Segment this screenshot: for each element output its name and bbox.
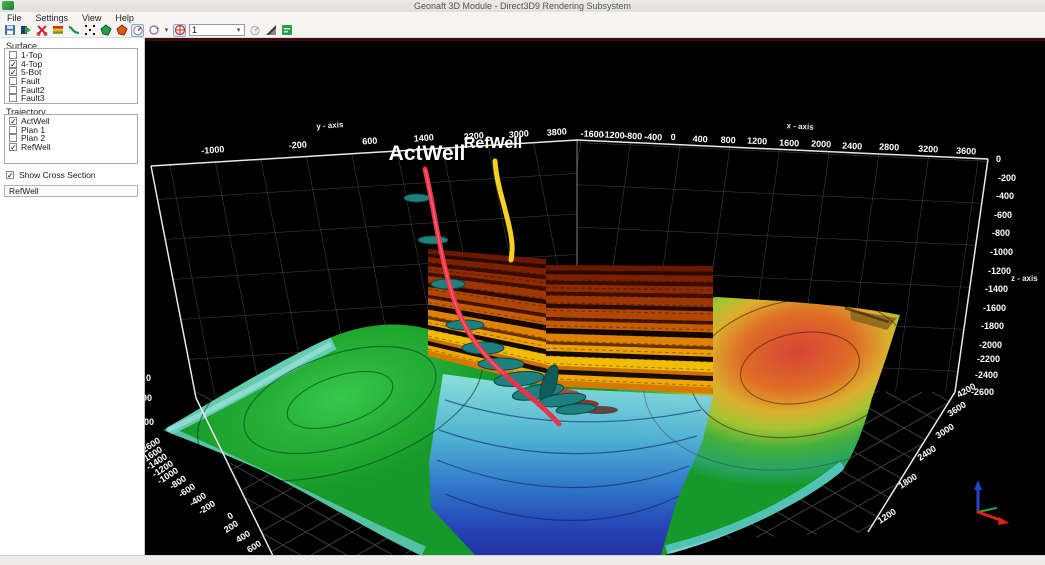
checkbox[interactable] (9, 134, 17, 142)
cross-section-well-value: RefWell (9, 186, 39, 196)
snapshot-icon[interactable] (280, 24, 293, 37)
status-bar (0, 555, 1045, 565)
svg-text:-1000: -1000 (990, 247, 1013, 257)
svg-text:2400: 2400 (842, 140, 863, 151)
svg-text:-2400: -2400 (975, 370, 998, 380)
svg-text:-2200: -2200 (977, 354, 1000, 364)
svg-text:-1400: -1400 (985, 284, 1008, 294)
render-viewport[interactable]: y - axis x - axis z - axis -1000 -200 600 1… (145, 38, 1045, 555)
svg-text:800: 800 (720, 135, 736, 146)
checkbox[interactable]: ✓ (6, 171, 14, 179)
checkbox[interactable] (9, 51, 17, 59)
export-icon[interactable] (19, 24, 32, 37)
list-item[interactable]: Fault3 (5, 94, 137, 103)
svg-text:3200: 3200 (918, 143, 939, 154)
svg-text:400: 400 (692, 134, 708, 145)
save-icon[interactable] (3, 24, 16, 37)
tool-bar: ▾ 1 ▾ (0, 23, 1045, 38)
checkbox[interactable]: ✓ (9, 60, 17, 68)
app-window: Geonaft 3D Module - Direct3D9 Rendering … (0, 0, 1045, 565)
svg-text:0: 0 (146, 373, 151, 383)
cut-icon[interactable] (35, 24, 48, 37)
protractor-secondary-icon[interactable] (248, 24, 261, 37)
list-item[interactable]: ✓ RefWell (5, 143, 137, 152)
list-item-label: Fault3 (21, 93, 45, 103)
cross-section-well-field[interactable]: RefWell (4, 185, 138, 197)
show-cross-section-row[interactable]: ✓ Show Cross Section (6, 170, 96, 180)
checkbox[interactable]: ✓ (9, 117, 17, 125)
rotate-caret-icon[interactable]: ▾ (163, 26, 170, 34)
list-item-label: RefWell (21, 142, 51, 152)
compass-icon[interactable] (173, 24, 186, 37)
checkbox[interactable]: ✓ (9, 143, 17, 151)
svg-text:-800: -800 (624, 131, 643, 142)
svg-text:600: 600 (362, 135, 378, 146)
menu-help[interactable]: Help (108, 13, 141, 23)
svg-text:00: 00 (145, 393, 152, 403)
scale-combo-value: 1 (192, 25, 197, 35)
gradient-icon[interactable] (264, 24, 277, 37)
x-axis-label: x - axis (786, 121, 814, 131)
menu-file[interactable]: File (0, 13, 29, 23)
window-title: Geonaft 3D Module - Direct3D9 Rendering … (0, 1, 1045, 11)
svg-text:1600: 1600 (779, 137, 800, 148)
svg-text:-1600: -1600 (983, 303, 1006, 313)
svg-text:-400: -400 (996, 191, 1014, 201)
svg-text:-600: -600 (994, 210, 1012, 220)
left-panel: Surface 1-Top ✓4-Top ✓5-Bot Fault Fault2… (0, 38, 145, 555)
protractor-icon[interactable] (131, 24, 144, 37)
svg-text:-800: -800 (992, 228, 1010, 238)
act-well-label: ActWell (389, 142, 466, 165)
z-axis-label: z - axis (1011, 274, 1038, 283)
svg-text:-1600: -1600 (580, 128, 604, 139)
title-bar[interactable]: Geonaft 3D Module - Direct3D9 Rendering … (0, 0, 1045, 12)
checkbox[interactable] (9, 126, 17, 134)
scale-combo[interactable]: 1 ▾ (189, 24, 245, 36)
y-axis-label: y - axis (316, 120, 344, 131)
menu-bar: File Settings View Help (0, 12, 1045, 23)
scene-3d[interactable]: y - axis x - axis z - axis -1000 -200 600 1… (145, 38, 1045, 555)
svg-text:-1200: -1200 (988, 266, 1011, 276)
ref-well-label: RefWell (464, 135, 522, 152)
svg-text:-1200: -1200 (601, 129, 625, 140)
surface-green-icon[interactable] (99, 24, 112, 37)
checkbox[interactable] (9, 94, 17, 102)
trajectory-list[interactable]: ✓ActWell Plan 1 Plan 2 ✓RefWell (4, 114, 138, 164)
rotate-icon[interactable] (147, 24, 160, 37)
surface-orange-icon[interactable] (115, 24, 128, 37)
svg-text:2000: 2000 (811, 138, 832, 149)
combo-caret-icon[interactable]: ▾ (235, 26, 242, 34)
show-cross-section-label: Show Cross Section (19, 170, 96, 180)
surface-list[interactable]: 1-Top ✓4-Top ✓5-Bot Fault Fault2 Fault3 (4, 48, 138, 104)
svg-text:3600: 3600 (956, 145, 977, 156)
svg-text:1200: 1200 (747, 135, 768, 146)
svg-text:-1800: -1800 (981, 321, 1004, 331)
checkbox[interactable] (9, 77, 17, 85)
svg-text:-200: -200 (998, 173, 1016, 183)
svg-text:-2000: -2000 (979, 340, 1002, 350)
svg-text:2800: 2800 (879, 141, 900, 152)
checkbox[interactable]: ✓ (9, 68, 17, 76)
curve-icon[interactable] (67, 24, 80, 37)
svg-text:400: 400 (145, 417, 154, 427)
svg-text:-400: -400 (644, 132, 663, 143)
menu-settings[interactable]: Settings (29, 13, 76, 23)
svg-text:-200: -200 (288, 139, 307, 150)
svg-text:-1000: -1000 (201, 144, 225, 156)
svg-text:0: 0 (670, 132, 676, 142)
checkbox[interactable] (9, 86, 17, 94)
points-icon[interactable] (83, 24, 96, 37)
viewport-top-strip (145, 38, 1045, 41)
svg-text:0: 0 (996, 154, 1001, 164)
menu-view[interactable]: View (75, 13, 108, 23)
layers-icon[interactable] (51, 24, 64, 37)
svg-text:3800: 3800 (546, 126, 567, 137)
